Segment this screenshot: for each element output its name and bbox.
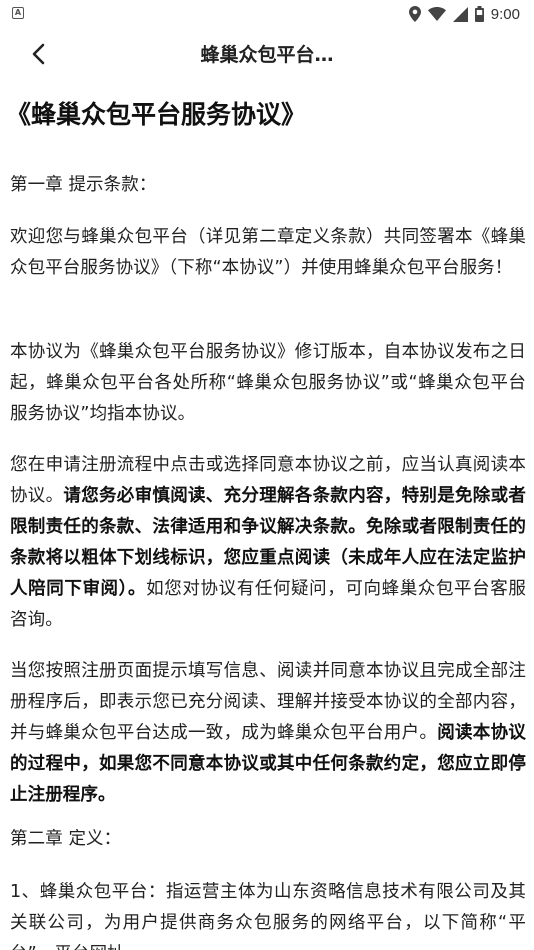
- status-icons: 9:00: [408, 4, 520, 24]
- page-title: 蜂巢众包平台…: [200, 44, 334, 66]
- battery-icon: [474, 6, 484, 22]
- definition-1: 1、蜂巢众包平台：指运营主体为山东资略信息技术有限公司及其关联公司，为用户提供商…: [10, 882, 526, 950]
- chapter-2-heading: 第二章 定义：: [10, 829, 122, 849]
- app-notification-icon: A: [12, 7, 24, 19]
- signal-icon: [452, 6, 468, 22]
- paragraph-welcome: 欢迎您与蜂巢众包平台（详见第二章定义条款）共同签署本《蜂巢众包平台服务协议》（下…: [10, 227, 526, 278]
- chapter-1-heading: 第一章 提示条款：: [10, 175, 157, 195]
- paragraph-registration: 当您按照注册页面提示填写信息、阅读并同意本协议且完成全部注册程序后，即表示您已充…: [10, 656, 526, 811]
- paragraph-revision: 本协议为《蜂巢众包平台服务协议》修订版本，自本协议发布之日起，蜂巢众包平台各处所…: [10, 342, 526, 424]
- status-bar: A 9:00: [0, 0, 534, 28]
- agreement-content[interactable]: 《蜂巢众包平台服务协议》 第一章 提示条款： 欢迎您与蜂巢众包平台（详见第二章定…: [6, 92, 526, 950]
- paragraph-reading-notice: 您在申请注册流程中点击或选择同意本协议之前，应当认真阅读本协议。请您务必审慎阅读…: [10, 450, 526, 636]
- location-icon: [408, 6, 421, 22]
- navigation-bar: 蜂巢众包平台…: [0, 28, 534, 78]
- document-title: 《蜂巢众包平台服务协议》: [6, 100, 307, 129]
- status-time: 9:00: [490, 5, 520, 23]
- wifi-icon: [427, 7, 446, 21]
